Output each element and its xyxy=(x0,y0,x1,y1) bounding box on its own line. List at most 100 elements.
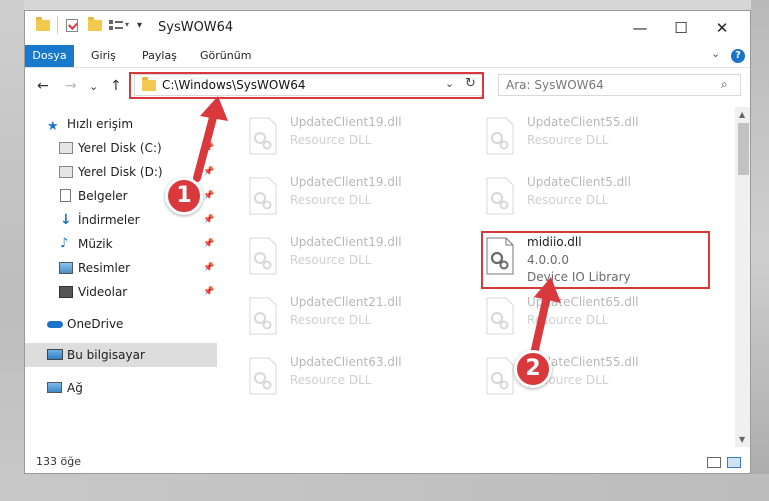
maximize-button[interactable]: ☐ xyxy=(666,16,696,40)
pictures-icon xyxy=(59,262,73,274)
ribbon-tabs: Dosya Giriş Paylaş Görünüm ⌄ ? xyxy=(25,45,750,68)
sidebar-item-label: Belgeler xyxy=(78,189,128,203)
desktop-background-right xyxy=(751,0,769,501)
list-item[interactable]: UpdateClient19.dll Resource DLL xyxy=(245,233,465,283)
sidebar-item-label: İndirmeler xyxy=(78,213,140,227)
search-input[interactable]: Ara: SysWOW64 ⌕ xyxy=(498,74,741,96)
folder-icon xyxy=(36,17,50,31)
file-type: Resource DLL xyxy=(290,133,372,147)
address-highlight-box xyxy=(129,72,484,99)
new-folder-icon[interactable] xyxy=(88,17,102,31)
close-button[interactable]: ✕ xyxy=(707,16,737,40)
file-type: Resource DLL xyxy=(290,253,372,267)
network-icon xyxy=(47,382,62,393)
properties-icon[interactable] xyxy=(66,19,78,32)
up-button[interactable]: ↑ xyxy=(110,78,122,94)
pin-icon: 📌 xyxy=(203,191,215,201)
sidebar-item-videos[interactable]: Videolar 📌 xyxy=(25,281,217,303)
list-item[interactable]: UpdateClient5.dll Resource DLL xyxy=(482,173,702,223)
list-item[interactable]: UpdateClient65.dll Resource DLL xyxy=(482,293,702,343)
computer-icon xyxy=(47,349,63,360)
title-bar: ▾ ▾ SysWOW64 — ☐ ✕ xyxy=(25,11,750,45)
toolbar-divider xyxy=(57,16,58,34)
list-item[interactable]: UpdateClient19.dll Resource DLL xyxy=(245,113,465,163)
file-type: Resource DLL xyxy=(527,133,609,147)
sidebar-item-label: Yerel Disk (D:) xyxy=(78,165,163,179)
scrollbar-thumb[interactable] xyxy=(738,123,749,175)
minimize-button[interactable]: — xyxy=(625,16,655,40)
sidebar-item-label: Müzik xyxy=(78,237,113,251)
tab-file[interactable]: Dosya xyxy=(25,45,74,67)
dll-file-icon xyxy=(249,177,277,215)
sidebar-item-music[interactable]: ♪ Müzik 📌 xyxy=(25,233,217,255)
quick-access-toolbar-dropdown[interactable]: ▾ xyxy=(137,20,142,31)
drive-icon xyxy=(59,166,73,178)
sidebar-item-network[interactable]: Ağ xyxy=(25,377,217,399)
download-icon: ↓ xyxy=(60,212,72,228)
pin-icon: 📌 xyxy=(203,215,215,225)
pin-icon: 📌 xyxy=(203,263,215,273)
help-icon[interactable]: ? xyxy=(731,49,745,63)
pin-icon: 📌 xyxy=(203,287,215,297)
item-count: 133 öğe xyxy=(36,455,81,468)
file-highlight-box xyxy=(481,231,710,289)
sidebar-item-local-disk-c[interactable]: Yerel Disk (C:) 📌 xyxy=(25,137,217,159)
scroll-down-icon[interactable]: ▼ xyxy=(739,435,745,444)
file-type: Resource DLL xyxy=(527,313,609,327)
sidebar-item-pictures[interactable]: Resimler 📌 xyxy=(25,257,217,279)
sidebar-item-label: Ağ xyxy=(67,381,83,395)
sidebar-item-label: OneDrive xyxy=(67,317,124,331)
sidebar-item-this-pc[interactable]: Bu bilgisayar xyxy=(25,343,217,367)
recent-locations-button[interactable]: ⌄ xyxy=(89,80,98,93)
list-item[interactable]: UpdateClient21.dll Resource DLL xyxy=(245,293,465,343)
explorer-window: ▾ ▾ SysWOW64 — ☐ ✕ Dosya Giriş Paylaş Gö… xyxy=(24,10,751,474)
scroll-up-icon[interactable]: ▲ xyxy=(739,110,745,119)
back-button[interactable]: ← xyxy=(37,78,49,94)
navigation-bar: ← → ⌄ ↑ C:\Windows\SysWOW64 ⌄ ↻ Ara: Sys… xyxy=(25,68,750,106)
file-name: UpdateClient63.dll xyxy=(290,355,402,369)
star-icon: ★ xyxy=(47,119,59,134)
forward-button[interactable]: → xyxy=(65,78,77,94)
desktop-background-bottom xyxy=(0,474,769,501)
sidebar-item-label: Yerel Disk (C:) xyxy=(78,141,162,155)
videos-icon xyxy=(59,286,73,298)
list-item[interactable]: UpdateClient63.dll Resource DLL xyxy=(245,353,465,403)
dll-file-icon xyxy=(249,117,277,155)
file-name: UpdateClient55.dll xyxy=(527,115,639,129)
large-icons-view-icon[interactable] xyxy=(727,457,741,468)
view-menu-icon[interactable] xyxy=(109,19,123,31)
sidebar-item-quick-access[interactable]: ★ Hızlı erişim xyxy=(25,113,217,135)
file-type: Resource DLL xyxy=(527,193,609,207)
details-view-icon[interactable] xyxy=(707,457,721,468)
customize-toolbar-chevron-icon[interactable]: ▾ xyxy=(125,20,129,29)
tab-home[interactable]: Giriş xyxy=(91,45,116,67)
sidebar-item-label: Hızlı erişim xyxy=(67,117,134,131)
vertical-scrollbar[interactable]: ▲ ▼ xyxy=(735,107,750,447)
documents-icon xyxy=(60,189,71,202)
pin-icon: 📌 xyxy=(203,167,215,177)
tab-share[interactable]: Paylaş xyxy=(142,45,177,67)
file-type: Resource DLL xyxy=(290,313,372,327)
file-name: UpdateClient19.dll xyxy=(290,235,402,249)
dll-file-icon xyxy=(486,177,514,215)
search-placeholder: Ara: SysWOW64 xyxy=(506,78,604,92)
file-name: UpdateClient21.dll xyxy=(290,295,402,309)
music-icon: ♪ xyxy=(60,236,69,251)
sidebar-item-label: Bu bilgisayar xyxy=(67,348,145,362)
file-type: Resource DLL xyxy=(290,373,372,387)
tab-view[interactable]: Görünüm xyxy=(200,45,251,67)
ribbon-collapse-chevron-icon[interactable]: ⌄ xyxy=(711,47,720,60)
cloud-icon xyxy=(47,321,63,328)
status-bar: 133 öğe xyxy=(25,449,750,473)
dll-file-icon xyxy=(249,237,277,275)
sidebar-item-label: Videolar xyxy=(78,285,128,299)
search-icon[interactable]: ⌕ xyxy=(721,77,728,92)
dll-file-icon xyxy=(486,297,514,335)
step-1-badge: 1 xyxy=(165,177,203,215)
list-item[interactable]: UpdateClient19.dll Resource DLL xyxy=(245,173,465,223)
list-item[interactable]: UpdateClient55.dll Resource DLL xyxy=(482,113,702,163)
sidebar-item-onedrive[interactable]: OneDrive xyxy=(25,313,217,335)
dll-file-icon xyxy=(249,357,277,395)
pin-icon: 📌 xyxy=(203,239,215,249)
window-title: SysWOW64 xyxy=(158,20,234,35)
